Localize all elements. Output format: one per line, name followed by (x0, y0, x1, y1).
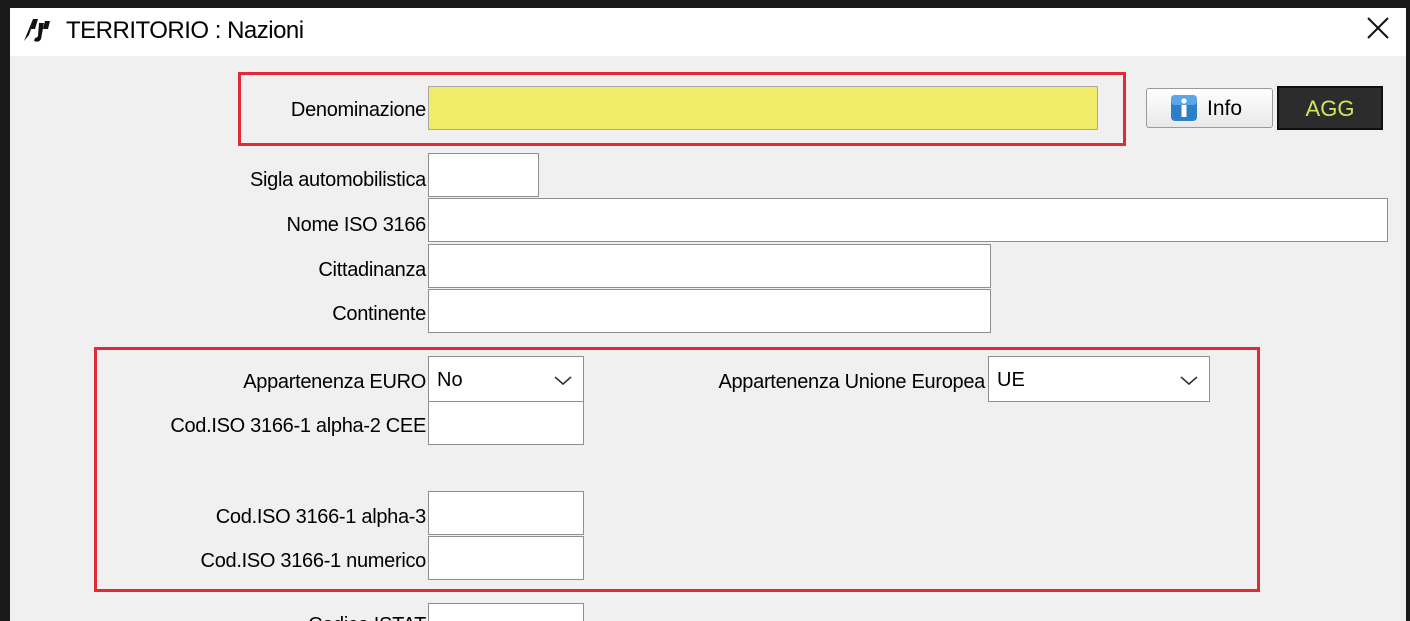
nome-iso-label: Nome ISO 3166 (286, 214, 426, 236)
title-bar: TERRITORIO : Nazioni (10, 8, 1406, 56)
sigla-label: Sigla automobilistica (249, 169, 426, 191)
agg-button-label: AGG (1305, 96, 1355, 121)
info-button[interactable]: Info (1146, 88, 1273, 128)
euro-label: Appartenenza EURO (243, 371, 426, 393)
numerico-label: Cod.ISO 3166-1 numerico (200, 550, 427, 572)
istat-label: Codice ISTAT (308, 613, 426, 621)
ue-label: Appartenenza Unione Europea (718, 371, 985, 393)
ue-select-value: UE (997, 369, 1025, 391)
info-button-label: Info (1207, 97, 1243, 120)
app-logo-icon (22, 17, 52, 43)
dialog-window: TERRITORIO : Nazioni Denominazione Info (10, 8, 1406, 621)
cittadinanza-input[interactable] (428, 244, 991, 288)
euro-select-value: No (437, 369, 463, 391)
window-title: TERRITORIO : Nazioni (66, 17, 304, 44)
alpha3-input[interactable] (428, 491, 584, 535)
chevron-down-icon (1179, 371, 1199, 387)
chevron-down-icon (553, 371, 573, 387)
istat-input[interactable] (428, 603, 584, 621)
continente-label: Continente (332, 303, 426, 325)
ue-select[interactable]: UE (988, 356, 1210, 402)
denominazione-label: Denominazione (290, 99, 426, 121)
denominazione-input[interactable] (428, 86, 1098, 130)
alpha2-label: Cod.ISO 3166-1 alpha-2 CEE (170, 415, 426, 437)
alpha3-label: Cod.ISO 3166-1 alpha-3 (215, 506, 427, 528)
alpha2-input[interactable] (428, 401, 584, 445)
continente-input[interactable] (428, 289, 991, 333)
close-button[interactable] (1352, 8, 1404, 52)
cittadinanza-label: Cittadinanza (318, 259, 426, 281)
nome-iso-input[interactable] (428, 198, 1388, 242)
close-icon (1367, 16, 1389, 44)
info-icon (1171, 95, 1197, 121)
sigla-input[interactable] (428, 153, 539, 197)
numerico-input[interactable] (428, 536, 584, 580)
euro-select[interactable]: No (428, 356, 584, 402)
agg-button[interactable]: AGG (1277, 86, 1383, 130)
